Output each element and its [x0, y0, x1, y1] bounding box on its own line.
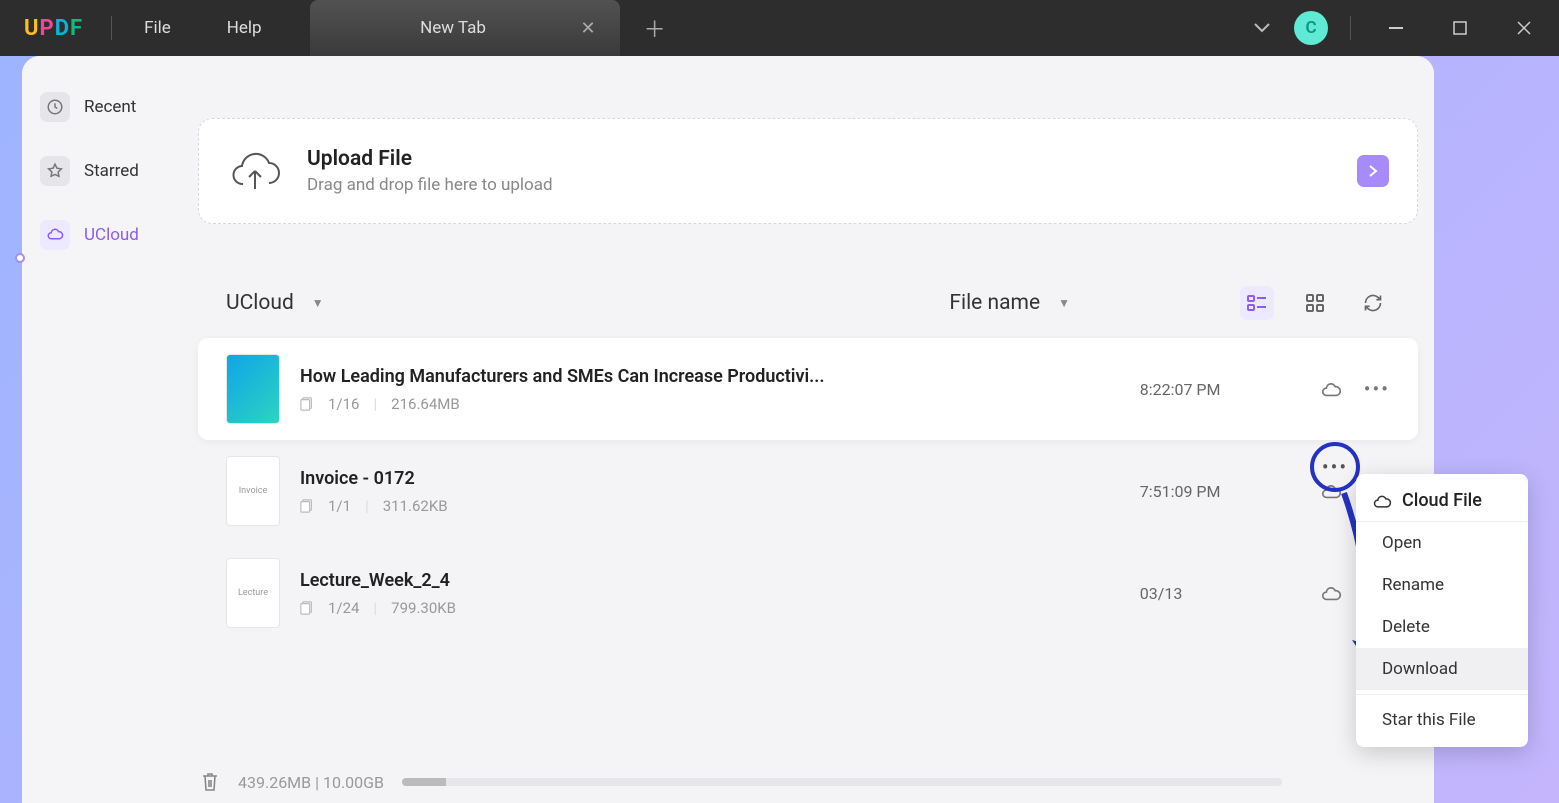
location-label: UCloud: [226, 291, 294, 315]
context-menu-delete[interactable]: Delete: [1356, 606, 1528, 648]
sidebar-item-starred[interactable]: Starred: [34, 148, 170, 194]
footer: 439.26MB | 10.00GB: [192, 761, 1418, 803]
file-time: 7:51:09 PM: [1140, 482, 1300, 501]
file-meta: 1/16 | 216.64MB: [300, 395, 1120, 413]
context-menu: Cloud File Open Rename Delete Download S…: [1356, 474, 1528, 747]
menu-help[interactable]: Help: [199, 0, 290, 56]
location-dropdown[interactable]: UCloud ▼: [226, 291, 324, 315]
storage-progress: [402, 778, 1282, 786]
upload-title: Upload File: [307, 147, 553, 171]
file-meta: 1/1 | 311.62KB: [300, 497, 1120, 515]
divider: [1356, 694, 1528, 695]
file-thumbnail: Lecture: [226, 558, 280, 628]
app-logo: UPDF: [0, 16, 107, 41]
file-info: How Leading Manufacturers and SMEs Can I…: [300, 366, 1120, 413]
cloud-icon: [40, 220, 70, 250]
file-list: How Leading Manufacturers and SMEs Can I…: [198, 338, 1418, 644]
storage-info: 439.26MB | 10.00GB: [238, 773, 384, 792]
file-actions: •••: [1320, 377, 1390, 401]
maximize-button[interactable]: [1437, 8, 1483, 48]
context-menu-title: Cloud File: [1402, 490, 1482, 511]
user-avatar[interactable]: C: [1294, 11, 1328, 45]
cloud-status-icon[interactable]: [1320, 482, 1342, 500]
more-actions-button[interactable]: •••: [1364, 377, 1390, 401]
main-content: Upload File Drag and drop file here to u…: [182, 56, 1434, 803]
storage-used: 439.26MB: [238, 773, 311, 792]
tab-title: New Tab: [330, 18, 577, 38]
sort-label: File name: [949, 291, 1040, 315]
sidebar-item-ucloud[interactable]: UCloud: [34, 212, 170, 258]
trash-icon[interactable]: [200, 771, 220, 793]
refresh-button[interactable]: [1356, 286, 1390, 320]
file-row[interactable]: Invoice Invoice - 0172 1/1 | 311.62KB 7:…: [198, 440, 1418, 542]
grid-view-button[interactable]: [1298, 286, 1332, 320]
file-info: Lecture_Week_2_4 1/24 | 799.30KB: [300, 570, 1120, 617]
active-indicator: [15, 253, 25, 263]
file-name: Invoice - 0172: [300, 468, 830, 489]
file-info: Invoice - 0172 1/1 | 311.62KB: [300, 468, 1120, 515]
sidebar-label: Starred: [84, 161, 139, 181]
file-pages: 1/1: [328, 497, 351, 515]
minimize-button[interactable]: [1373, 8, 1419, 48]
dropdown-arrow-icon: ▼: [312, 296, 324, 310]
separator: |: [373, 599, 377, 617]
sidebar-label: UCloud: [84, 225, 139, 245]
app-window: Recent Starred UCloud Upload File Drag a…: [22, 56, 1434, 803]
add-tab-button[interactable]: ＋: [620, 12, 690, 44]
cloud-status-icon[interactable]: [1320, 584, 1342, 602]
dropdown-arrow-icon: ▼: [1058, 296, 1070, 310]
expand-button[interactable]: [1357, 155, 1389, 187]
list-view-button[interactable]: [1240, 286, 1274, 320]
sort-dropdown[interactable]: File name ▼: [949, 291, 1070, 315]
storage-total: 10.00GB: [323, 773, 384, 792]
file-size: 311.62KB: [383, 497, 448, 515]
divider: [1350, 16, 1351, 40]
upload-dropzone[interactable]: Upload File Drag and drop file here to u…: [198, 118, 1418, 224]
sidebar-item-recent[interactable]: Recent: [34, 84, 170, 130]
progress-fill: [402, 778, 446, 786]
file-row[interactable]: How Leading Manufacturers and SMEs Can I…: [198, 338, 1418, 440]
chevron-down-icon[interactable]: [1248, 17, 1276, 39]
list-header: UCloud ▼ File name ▼: [198, 286, 1418, 338]
context-menu-star[interactable]: Star this File: [1356, 699, 1528, 741]
star-icon: [40, 156, 70, 186]
file-thumbnail: Invoice: [226, 456, 280, 526]
separator: |: [373, 395, 377, 413]
close-tab-icon[interactable]: ✕: [577, 14, 600, 43]
file-meta: 1/24 | 799.30KB: [300, 599, 1120, 617]
divider: [111, 16, 112, 40]
file-name: Lecture_Week_2_4: [300, 570, 830, 591]
context-menu-header: Cloud File: [1356, 480, 1528, 522]
file-thumbnail: [226, 354, 280, 424]
file-size: 799.30KB: [391, 599, 456, 617]
context-menu-open[interactable]: Open: [1356, 522, 1528, 564]
file-size: 216.64MB: [391, 395, 460, 413]
sidebar-label: Recent: [84, 97, 136, 117]
upload-text: Upload File Drag and drop file here to u…: [307, 147, 553, 195]
cloud-upload-icon: [227, 143, 283, 199]
titlebar-right: C: [1248, 8, 1559, 48]
menu-file[interactable]: File: [116, 0, 199, 56]
separator: |: [365, 497, 369, 515]
file-pages: 1/24: [328, 599, 359, 617]
file-pages: 1/16: [328, 395, 359, 413]
sidebar: Recent Starred UCloud: [22, 56, 182, 803]
file-time: 03/13: [1140, 584, 1300, 603]
context-menu-rename[interactable]: Rename: [1356, 564, 1528, 606]
close-window-button[interactable]: [1501, 8, 1547, 48]
file-name: How Leading Manufacturers and SMEs Can I…: [300, 366, 830, 387]
tab-new[interactable]: New Tab ✕: [310, 0, 620, 56]
titlebar: UPDF File Help New Tab ✕ ＋ C: [0, 0, 1559, 56]
context-menu-download[interactable]: Download: [1356, 648, 1528, 690]
clock-icon: [40, 92, 70, 122]
view-controls: [1240, 286, 1390, 320]
upload-subtitle: Drag and drop file here to upload: [307, 175, 553, 195]
cloud-status-icon[interactable]: [1320, 380, 1342, 398]
pages-icon: [300, 397, 314, 411]
file-row[interactable]: Lecture Lecture_Week_2_4 1/24 | 799.30KB…: [198, 542, 1418, 644]
file-time: 8:22:07 PM: [1140, 380, 1300, 399]
pages-icon: [300, 499, 314, 513]
pages-icon: [300, 601, 314, 615]
